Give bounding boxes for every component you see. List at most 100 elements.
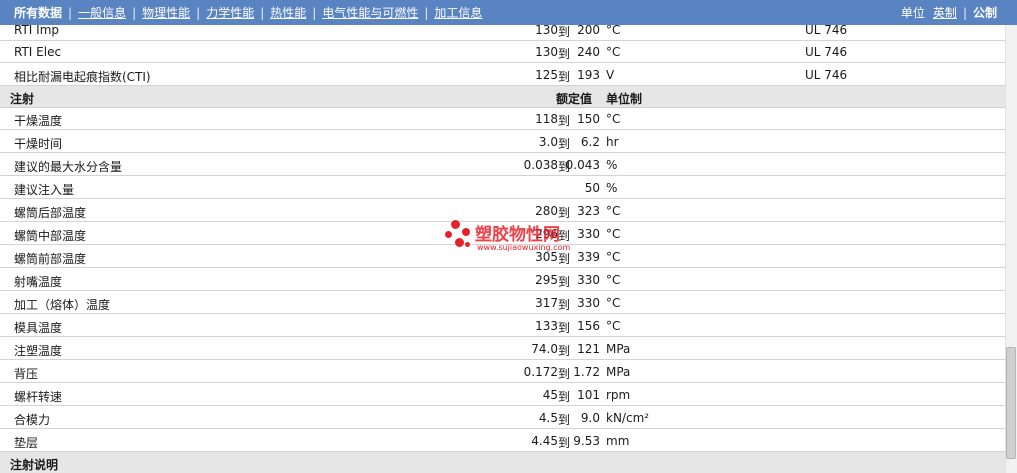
value-low: 74.0 bbox=[531, 342, 558, 356]
value-low: 0.172 bbox=[523, 365, 558, 379]
value-unit: MPa bbox=[606, 342, 631, 356]
nav-separator: | bbox=[424, 5, 429, 20]
value-high: 150 bbox=[577, 112, 600, 126]
value-low: 133 bbox=[535, 319, 558, 333]
range-to: 到 bbox=[558, 25, 571, 39]
value-high: 330 bbox=[577, 227, 600, 241]
property-name: 干燥温度 bbox=[14, 114, 63, 128]
value-high: 9.53 bbox=[573, 434, 600, 448]
property-name: 螺筒中部温度 bbox=[14, 229, 87, 243]
value-high: 200 bbox=[577, 25, 600, 37]
range-to: 到 bbox=[558, 275, 571, 289]
value-low: 317 bbox=[535, 296, 558, 310]
value-unit: °C bbox=[606, 250, 621, 264]
property-name: 螺筒后部温度 bbox=[14, 206, 87, 220]
value-high: 330 bbox=[577, 273, 600, 287]
table-row: 干燥温度 118 到 150 °C bbox=[0, 108, 1005, 130]
value-unit: hr bbox=[606, 135, 619, 149]
table-row: 模具温度 133 到 156 °C bbox=[0, 315, 1005, 337]
value-unit: °C bbox=[606, 296, 621, 310]
value-unit: °C bbox=[606, 112, 621, 126]
value-unit: % bbox=[606, 181, 618, 195]
tab-thermal[interactable]: 热性能 bbox=[270, 4, 306, 21]
value-low: 130 bbox=[535, 45, 558, 59]
tab-processing[interactable]: 加工信息 bbox=[434, 4, 482, 21]
tab-all-data[interactable]: 所有数据 bbox=[14, 4, 62, 21]
units-metric-link[interactable]: 公制 bbox=[973, 4, 997, 21]
value-high: 240 bbox=[577, 45, 600, 59]
value-low: 305 bbox=[535, 250, 558, 264]
range-to: 到 bbox=[558, 47, 571, 61]
property-name: 背压 bbox=[14, 367, 39, 381]
property-name: 螺筒前部温度 bbox=[14, 252, 87, 266]
property-name: 螺杆转速 bbox=[14, 390, 63, 404]
table-row: 加工（熔体）温度 317 到 330 °C bbox=[0, 292, 1005, 314]
table-row: 螺筒中部温度 296 到 330 °C bbox=[0, 223, 1005, 245]
value-low: 0.038 bbox=[523, 158, 558, 172]
value-low: 295 bbox=[535, 273, 558, 287]
table-row: RTI Elec 130 到 240 °C UL 746 bbox=[0, 41, 1005, 63]
nav-separator: | bbox=[68, 5, 73, 20]
table-row: 螺筒前部温度 305 到 339 °C bbox=[0, 246, 1005, 268]
property-name: 干燥时间 bbox=[14, 137, 63, 151]
range-to: 到 bbox=[558, 114, 571, 128]
value-low: 296 bbox=[535, 227, 558, 241]
value-high: 9.0 bbox=[580, 411, 600, 425]
tab-general-info[interactable]: 一般信息 bbox=[78, 4, 126, 21]
value-unit: MPa bbox=[606, 365, 631, 379]
value-high: 193 bbox=[577, 68, 600, 82]
value-unit: mm bbox=[606, 434, 630, 448]
value-low: 4.5 bbox=[538, 411, 558, 425]
nav-separator: | bbox=[962, 5, 967, 20]
section-header-injection-notes: 注射说明 bbox=[0, 452, 1005, 473]
table-row: 干燥时间 3.0 到 6.2 hr bbox=[0, 131, 1005, 153]
table-row: 螺杆转速 45 到 101 rpm bbox=[0, 384, 1005, 406]
value-unit: °C bbox=[606, 319, 621, 333]
range-to: 到 bbox=[558, 137, 571, 151]
range-to: 到 bbox=[558, 436, 571, 450]
value-unit: rpm bbox=[606, 388, 631, 402]
section-header-injection: 注射 额定值 单位制 bbox=[0, 86, 1005, 108]
table-row: 射嘴温度 295 到 330 °C bbox=[0, 269, 1005, 291]
value-low: 3.0 bbox=[538, 135, 558, 149]
test-standard: UL 746 bbox=[805, 68, 848, 82]
value-high: 323 bbox=[577, 204, 600, 218]
units-switcher: 单位 英制 | 公制 bbox=[901, 0, 997, 25]
table-row: 建议的最大水分含量 0.038 到 0.043 % bbox=[0, 154, 1005, 176]
nav-separator: | bbox=[132, 5, 137, 20]
nav-separator: | bbox=[260, 5, 265, 20]
range-to: 到 bbox=[558, 390, 571, 404]
table-row: 相比耐漏电起痕指数(CTI) 125 到 193 V UL 746 bbox=[0, 64, 1005, 86]
top-nav-bar: 所有数据 | 一般信息 | 物理性能 | 力学性能 | 热性能 | 电气性能与可… bbox=[0, 0, 1017, 25]
property-name: 合模力 bbox=[14, 413, 51, 427]
tab-electrical-flammability[interactable]: 电气性能与可燃性 bbox=[322, 4, 418, 21]
scrollbar-thumb[interactable] bbox=[1006, 347, 1016, 459]
nav-separator: | bbox=[196, 5, 201, 20]
value-unit: °C bbox=[606, 227, 621, 241]
value-unit: °C bbox=[606, 25, 621, 37]
vertical-scrollbar[interactable] bbox=[1005, 25, 1017, 473]
value-unit: °C bbox=[606, 204, 621, 218]
value-high: 6.2 bbox=[580, 135, 600, 149]
range-to: 到 bbox=[558, 321, 571, 335]
value-low: 125 bbox=[535, 68, 558, 82]
units-english-link[interactable]: 英制 bbox=[933, 4, 957, 21]
tab-mechanical[interactable]: 力学性能 bbox=[206, 4, 254, 21]
value-low: 118 bbox=[535, 112, 558, 126]
property-name: 垫层 bbox=[14, 436, 39, 450]
table-row: RTI Imp 130 到 200 °C UL 746 bbox=[0, 25, 1005, 41]
value-low: 45 bbox=[542, 388, 558, 402]
range-to: 到 bbox=[558, 206, 571, 220]
property-name: 注塑温度 bbox=[14, 344, 63, 358]
value-high: 156 bbox=[577, 319, 600, 333]
table-row: 背压 0.172 到 1.72 MPa bbox=[0, 361, 1005, 383]
nav-separator: | bbox=[312, 5, 317, 20]
value-low: 4.45 bbox=[531, 434, 558, 448]
column-header-value: 额定值 bbox=[556, 92, 593, 106]
tab-physical[interactable]: 物理性能 bbox=[142, 4, 190, 21]
property-name: RTI Elec bbox=[14, 45, 62, 59]
range-to: 到 bbox=[558, 252, 571, 266]
section-title: 注射 bbox=[10, 92, 35, 106]
property-name: 射嘴温度 bbox=[14, 275, 63, 289]
section-title: 注射说明 bbox=[10, 458, 59, 472]
